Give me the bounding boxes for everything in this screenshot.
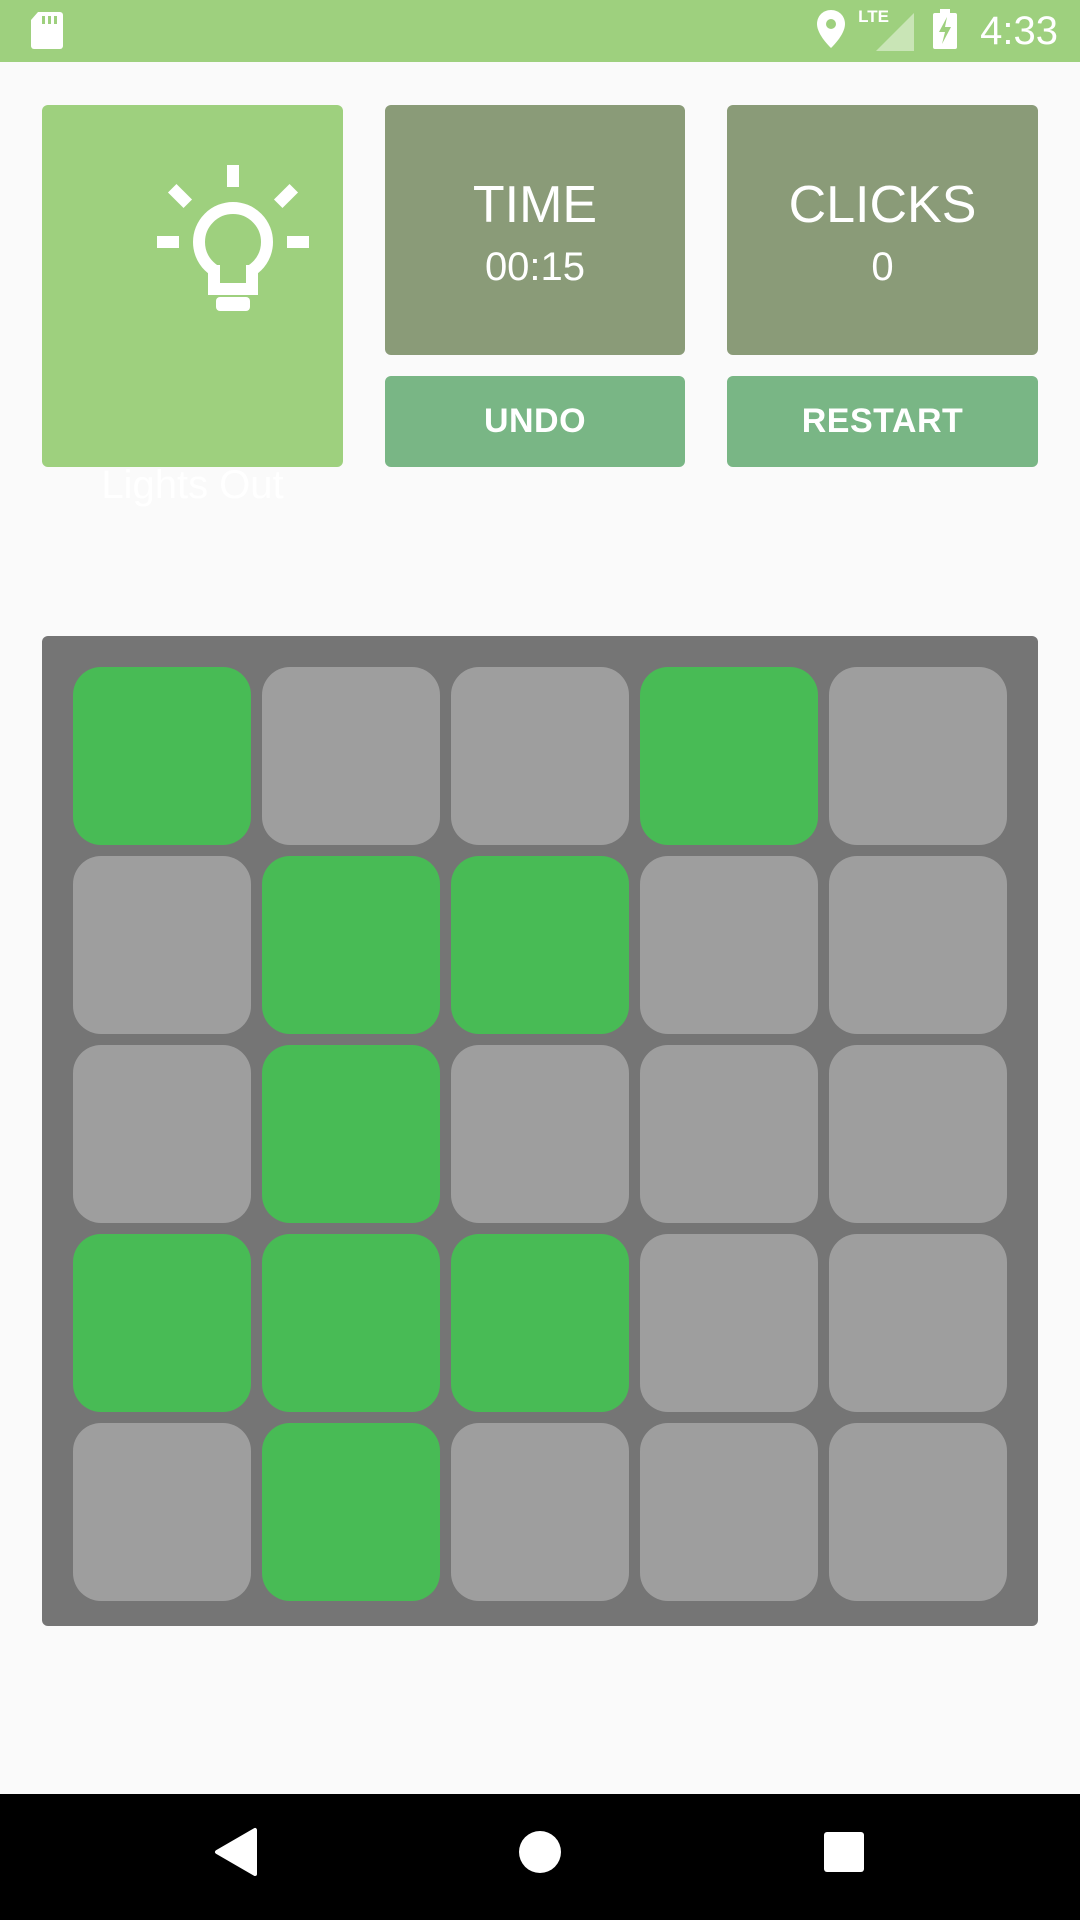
board-cell-r3-c3[interactable] bbox=[451, 1045, 629, 1223]
clicks-value: 0 bbox=[871, 245, 894, 289]
board-cell-r2-c3[interactable] bbox=[451, 856, 629, 1034]
app-title: Lights Out bbox=[101, 463, 284, 507]
recents-icon[interactable] bbox=[823, 1827, 865, 1882]
board-cell-r5-c5[interactable] bbox=[829, 1423, 1007, 1601]
clock: 4:33 bbox=[980, 8, 1058, 53]
home-icon[interactable] bbox=[518, 1827, 562, 1882]
game-board bbox=[42, 636, 1038, 1626]
board-cell-r5-c4[interactable] bbox=[640, 1423, 818, 1601]
back-icon[interactable] bbox=[213, 1827, 259, 1882]
signal-icon: LTE bbox=[856, 7, 918, 53]
board-cell-r4-c1[interactable] bbox=[73, 1234, 251, 1412]
time-value: 00:15 bbox=[484, 245, 586, 289]
board-cell-r2-c5[interactable] bbox=[829, 856, 1007, 1034]
clicks-label: CLICKS bbox=[788, 176, 977, 234]
board-cell-r3-c5[interactable] bbox=[829, 1045, 1007, 1223]
board-cell-r5-c2[interactable] bbox=[262, 1423, 440, 1601]
undo-button[interactable]: UNDO bbox=[385, 376, 685, 467]
board-cell-r2-c4[interactable] bbox=[640, 856, 818, 1034]
sd-card-icon bbox=[30, 10, 64, 55]
board-cell-r4-c5[interactable] bbox=[829, 1234, 1007, 1412]
status-bar: LTE 4:33 bbox=[0, 0, 1080, 62]
navigation-bar bbox=[0, 1794, 1080, 1920]
board-cell-r2-c2[interactable] bbox=[262, 856, 440, 1034]
board-cell-r1-c2[interactable] bbox=[262, 667, 440, 845]
board-cell-r1-c3[interactable] bbox=[451, 667, 629, 845]
board-cell-r3-c4[interactable] bbox=[640, 1045, 818, 1223]
board-cell-r5-c3[interactable] bbox=[451, 1423, 629, 1601]
board-cell-r1-c4[interactable] bbox=[640, 667, 818, 845]
board-cell-r3-c1[interactable] bbox=[73, 1045, 251, 1223]
board-cell-r4-c4[interactable] bbox=[640, 1234, 818, 1412]
battery-charging-icon bbox=[932, 8, 958, 54]
restart-button[interactable]: RESTART bbox=[727, 376, 1038, 467]
board-cell-r5-c1[interactable] bbox=[73, 1423, 251, 1601]
time-card: TIME 00:15 bbox=[385, 105, 685, 355]
app-logo-card: Lights Out bbox=[42, 105, 343, 507]
board-cell-r1-c1[interactable] bbox=[73, 667, 251, 845]
clicks-card: CLICKS 0 bbox=[727, 105, 1038, 355]
lightbulb-icon bbox=[152, 165, 312, 330]
board-cell-r3-c2[interactable] bbox=[262, 1045, 440, 1223]
location-icon bbox=[816, 9, 846, 54]
board-cell-r2-c1[interactable] bbox=[73, 856, 251, 1034]
time-label: TIME bbox=[472, 176, 598, 234]
board-cell-r4-c3[interactable] bbox=[451, 1234, 629, 1412]
board-cell-r4-c2[interactable] bbox=[262, 1234, 440, 1412]
board-cell-r1-c5[interactable] bbox=[829, 667, 1007, 845]
